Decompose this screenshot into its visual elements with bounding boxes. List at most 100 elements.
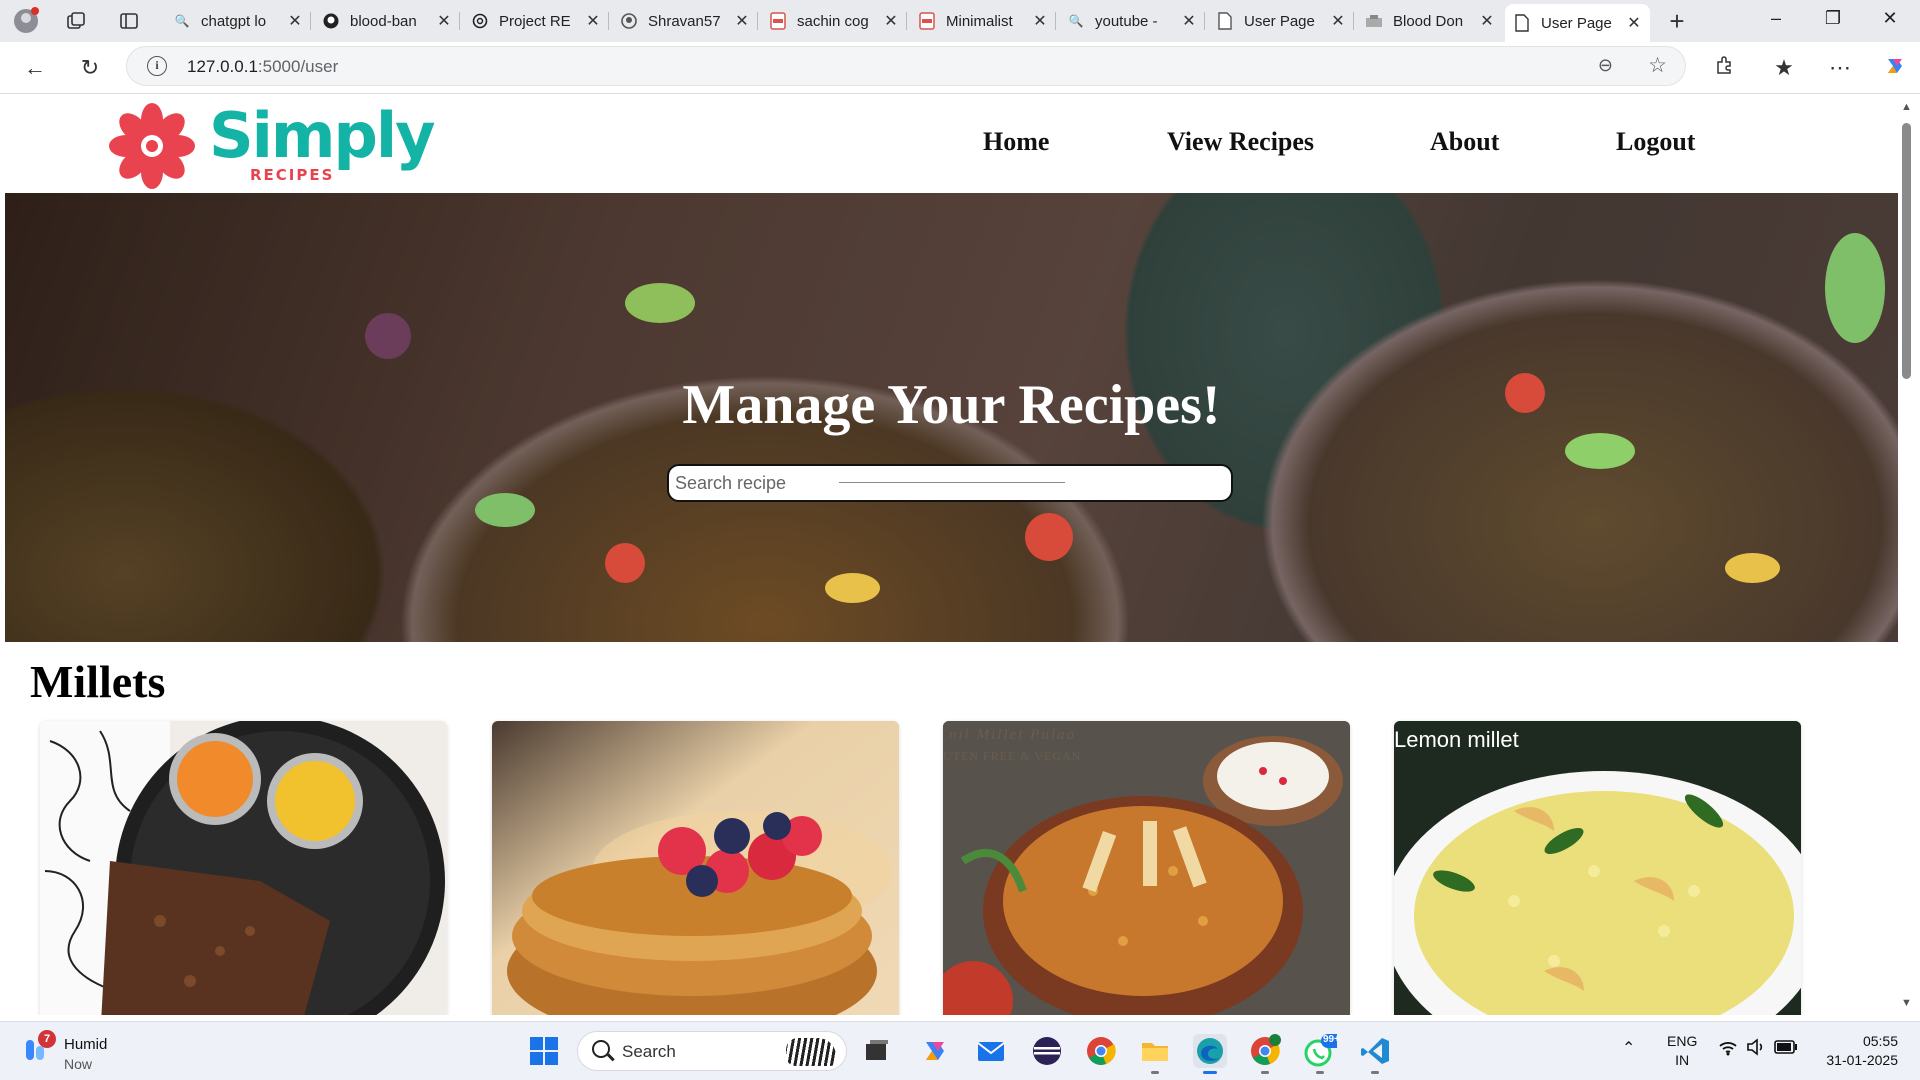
tab-2[interactable]: blood-ban ✕ (314, 4, 460, 38)
favorites-icon[interactable]: ★ (1769, 54, 1799, 82)
taskbar: 7 Humid Now Search 99+ ⌃ ENG IN 05:55 31… (0, 1021, 1920, 1080)
scroll-up-icon[interactable]: ▲ (1901, 101, 1912, 113)
flower-logo-icon (109, 103, 195, 189)
scrollbar-thumb[interactable] (1902, 123, 1911, 379)
url-host: 127.0.0.1 (187, 57, 258, 76)
food-decoration (1565, 433, 1635, 469)
eclipse-icon[interactable] (1030, 1034, 1064, 1068)
close-icon[interactable]: ✕ (883, 11, 899, 31)
logo-subtext: RECIPES (250, 166, 335, 184)
minimize-button[interactable]: – (1756, 8, 1796, 29)
whatsapp-badge: 99+ (1323, 1034, 1340, 1045)
page-scrollbar[interactable]: ▲ ▼ (1898, 95, 1914, 1015)
hero-banner: Manage Your Recipes! (5, 193, 1898, 642)
chrome-profile-icon[interactable] (1248, 1034, 1282, 1074)
tab-8[interactable]: User Page ✕ (1208, 4, 1354, 38)
tab-title: User Page (1244, 12, 1315, 30)
tab-title: Shravan57 (648, 12, 721, 30)
refresh-button[interactable]: ↻ (75, 54, 105, 82)
whatsapp-icon[interactable]: 99+ (1303, 1034, 1345, 1074)
food-decoration (605, 543, 645, 583)
nav-home[interactable]: Home (983, 127, 1049, 157)
page-icon (1365, 12, 1383, 30)
recipe-search[interactable] (667, 464, 1233, 502)
back-button[interactable]: ← (20, 54, 50, 82)
openai-icon (471, 12, 489, 30)
logo-text: Simply (209, 99, 436, 172)
scroll-down-icon[interactable]: ▼ (1901, 997, 1912, 1009)
taskbar-search[interactable]: Search (577, 1031, 847, 1071)
restore-button[interactable]: ❐ (1813, 8, 1853, 29)
browser-tab-strip: 🔍 chatgpt lo ✕ blood-ban ✕ Project RE ✕ Shra… (0, 0, 1920, 42)
vscode-icon[interactable] (1358, 1034, 1392, 1074)
search-icon: 🔍 (1068, 14, 1084, 28)
site-info-icon[interactable]: i (147, 56, 167, 76)
recipe-card[interactable] (492, 721, 899, 1015)
hero-title: Manage Your Recipes! (682, 374, 1221, 436)
close-icon[interactable]: ✕ (585, 11, 601, 31)
language-indicator[interactable]: ENG IN (1667, 1032, 1697, 1070)
favorite-star-icon[interactable]: ☆ (1648, 53, 1667, 78)
close-icon[interactable]: ✕ (1032, 11, 1048, 31)
search-icon (592, 1040, 610, 1058)
recipe-image (492, 721, 899, 1015)
region-code: IN (1675, 1052, 1690, 1068)
close-icon[interactable]: ✕ (1181, 11, 1197, 31)
battery-icon[interactable] (1774, 1040, 1798, 1057)
copilot-icon[interactable] (1880, 54, 1910, 82)
volume-icon[interactable] (1746, 1038, 1766, 1059)
close-icon[interactable]: ✕ (1479, 11, 1495, 31)
tab-6[interactable]: Minimalist ✕ (910, 4, 1056, 38)
site-logo[interactable]: Simply RECIPES (105, 99, 445, 191)
profile-avatar[interactable] (12, 7, 40, 34)
close-icon[interactable]: ✕ (436, 11, 452, 31)
search-input[interactable] (675, 469, 835, 497)
tab-9[interactable]: Blood Don ✕ (1357, 4, 1503, 38)
address-bar[interactable]: i 127.0.0.1:5000/user ⊖ ☆ (126, 46, 1686, 86)
nav-logout[interactable]: Logout (1616, 127, 1695, 157)
extensions-icon[interactable] (1709, 54, 1739, 82)
tab-actions-icon[interactable] (115, 8, 143, 34)
recipe-card[interactable]: Lemon millet (1394, 721, 1801, 1015)
weather-subtitle: Now (64, 1056, 93, 1072)
show-hidden-icons[interactable]: ⌃ (1622, 1038, 1635, 1058)
workspaces-icon[interactable] (62, 8, 90, 34)
file-explorer-icon[interactable] (1138, 1034, 1172, 1074)
tab-4[interactable]: Shravan57 ✕ (612, 4, 758, 38)
card-title: nil Millet Pulao (949, 727, 1076, 743)
nav-about[interactable]: About (1430, 127, 1499, 157)
tab-title: Project RE (499, 12, 571, 30)
zoom-out-icon[interactable]: ⊖ (1598, 55, 1613, 76)
tab-active[interactable]: User Page ✕ (1505, 4, 1650, 42)
recipe-card[interactable]: nil Millet Pulao UTEN FREE & VEGAN (943, 721, 1350, 1015)
chrome-icon[interactable] (1084, 1034, 1118, 1068)
start-button[interactable] (527, 1034, 561, 1068)
tab-5[interactable]: sachin cog ✕ (761, 4, 907, 38)
wifi-icon[interactable] (1718, 1040, 1738, 1059)
close-icon[interactable]: ✕ (734, 11, 750, 31)
page-icon (1216, 12, 1234, 30)
tab-title: youtube - (1095, 12, 1158, 30)
nav-view-recipes[interactable]: View Recipes (1167, 127, 1314, 157)
close-icon[interactable]: ✕ (1330, 11, 1346, 31)
copilot-app-icon[interactable] (918, 1034, 952, 1068)
close-icon[interactable]: ✕ (1626, 13, 1642, 33)
tab-3[interactable]: Project RE ✕ (463, 4, 609, 38)
mail-icon[interactable] (974, 1034, 1008, 1068)
close-window-button[interactable]: ✕ (1870, 8, 1910, 29)
notification-dot (31, 7, 39, 15)
recipe-image (1394, 721, 1801, 1015)
task-view-icon[interactable] (860, 1034, 894, 1068)
tab-7[interactable]: 🔍 youtube - ✕ (1059, 4, 1205, 38)
url-text[interactable]: 127.0.0.1:5000/user (187, 57, 338, 77)
tab-1[interactable]: 🔍 chatgpt lo ✕ (165, 4, 311, 38)
close-icon[interactable]: ✕ (287, 11, 303, 31)
clock-date: 31-01-2025 (1826, 1052, 1898, 1068)
recipe-card[interactable] (40, 721, 447, 1015)
edge-icon[interactable] (1193, 1034, 1227, 1074)
system-clock[interactable]: 05:55 31-01-2025 (1820, 1032, 1898, 1070)
more-menu-icon[interactable]: ⋯ (1825, 54, 1855, 82)
weather-badge: 7 (38, 1030, 56, 1048)
new-tab-button[interactable]: + (1662, 6, 1692, 37)
tab-title: blood-ban (350, 12, 417, 30)
